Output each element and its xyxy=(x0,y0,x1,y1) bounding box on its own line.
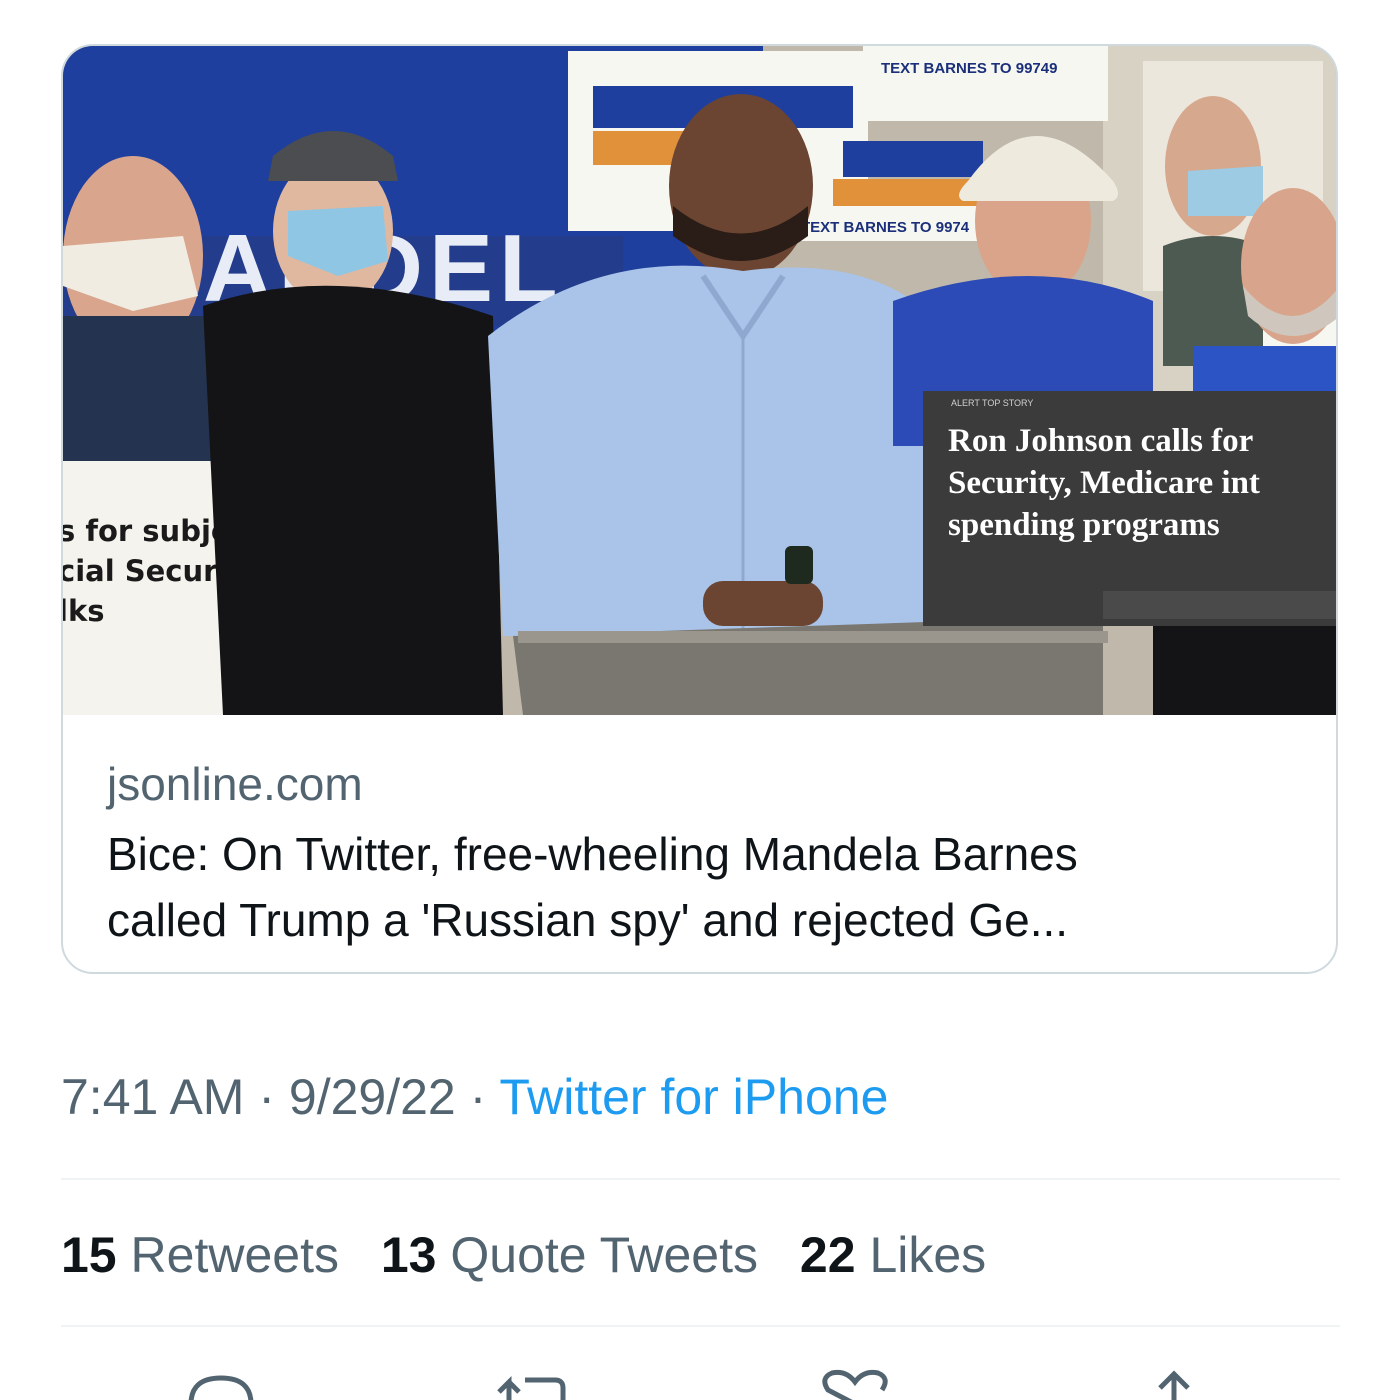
retweets-stat[interactable]: 15 Retweets xyxy=(61,1227,339,1283)
link-preview-image[interactable]: ANDEL TEXT BARNES TO 99749 TEXT BARNES T… xyxy=(63,46,1336,715)
retweet-icon[interactable] xyxy=(495,1368,569,1400)
news-sign-line1: Ron Johnson calls for xyxy=(948,423,1253,459)
link-title-line2: called Trump a 'Russian spy' and rejecte… xyxy=(107,894,1069,946)
quote-tweets-count: 13 xyxy=(380,1227,437,1283)
likes-label: Likes xyxy=(869,1227,987,1283)
tweet-source-link[interactable]: Twitter for iPhone xyxy=(499,1069,888,1125)
retweets-label: Retweets xyxy=(130,1227,339,1283)
quote-tweets-stat[interactable]: 13 Quote Tweets xyxy=(381,1227,758,1283)
likes-count: 22 xyxy=(799,1227,856,1283)
divider xyxy=(61,1325,1340,1327)
divider xyxy=(61,1178,1340,1180)
tweet-action-bar xyxy=(0,1368,1400,1400)
reply-icon[interactable] xyxy=(185,1368,257,1400)
engagement-stats: 15 Retweets 13 Quote Tweets 22 Likes xyxy=(61,1226,1014,1284)
svg-text:ALERT TOP STORY: ALERT TOP STORY xyxy=(951,398,1033,408)
link-preview-meta[interactable]: jsonline.com Bice: On Twitter, free-whee… xyxy=(107,754,1296,952)
news-sign-line2: Security, Medicare int xyxy=(948,465,1260,501)
like-icon[interactable] xyxy=(818,1368,892,1400)
tweet-date[interactable]: 9/29/22 xyxy=(289,1069,456,1125)
link-title-line1: Bice: On Twitter, free-wheeling Mandela … xyxy=(107,828,1078,880)
left-sign-line3: lks xyxy=(63,594,105,628)
link-domain: jsonline.com xyxy=(107,758,363,810)
likes-stat[interactable]: 22 Likes xyxy=(800,1227,986,1283)
retweets-count: 15 xyxy=(61,1227,117,1283)
news-sign-line3: spending programs xyxy=(948,507,1220,543)
quote-tweets-label: Quote Tweets xyxy=(450,1227,758,1283)
tweet-time[interactable]: 7:41 AM xyxy=(61,1069,244,1125)
separator-dot: · xyxy=(258,1069,276,1125)
separator-dot: · xyxy=(469,1069,487,1125)
share-icon[interactable] xyxy=(1148,1368,1200,1400)
poster-text-top: TEXT BARNES TO 99749 xyxy=(881,60,1057,77)
tweet-timestamp-row: 7:41 AM · 9/29/22 · Twitter for iPhone xyxy=(61,1068,888,1126)
link-preview-card[interactable]: ANDEL TEXT BARNES TO 99749 TEXT BARNES T… xyxy=(61,44,1338,974)
poster-text-mid: TEXT BARNES TO 9974 xyxy=(801,219,970,236)
preview-photo: ANDEL TEXT BARNES TO 99749 TEXT BARNES T… xyxy=(63,46,1336,715)
